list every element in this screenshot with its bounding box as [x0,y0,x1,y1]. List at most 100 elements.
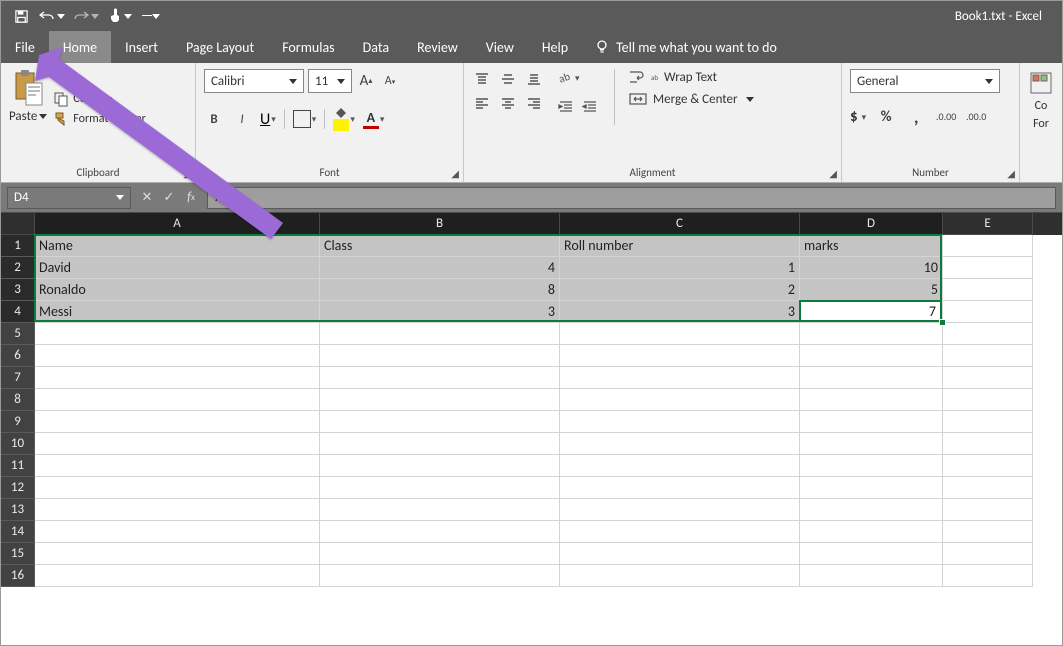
cell-E12[interactable] [943,477,1033,499]
cell-A4[interactable]: Messi [35,301,320,323]
tab-view[interactable]: View [472,31,528,63]
touch-mode-button[interactable] [105,4,135,28]
top-align-button[interactable] [472,69,492,89]
cell-C9[interactable] [560,411,800,433]
cell-E7[interactable] [943,367,1033,389]
cell-D10[interactable] [800,433,943,455]
cell-B4[interactable]: 3 [320,301,560,323]
cell-A12[interactable] [35,477,320,499]
cell-E16[interactable] [943,565,1033,587]
cell-D11[interactable] [800,455,943,477]
alignment-launcher[interactable]: ◢ [829,167,837,180]
underline-button[interactable]: U▾ [260,110,276,129]
tab-file[interactable]: File [1,31,49,63]
row-header-15[interactable]: 15 [1,543,35,565]
column-header-D[interactable]: D [800,213,943,235]
cell-C2[interactable]: 1 [560,257,800,279]
cell-E13[interactable] [943,499,1033,521]
right-align-button[interactable] [524,93,544,113]
tell-me-search[interactable]: Tell me what you want to do [582,31,777,63]
increase-decimal-button[interactable]: .0.00 [936,107,956,127]
orientation-button[interactable]: ab▾ [556,69,600,87]
cell-E5[interactable] [943,323,1033,345]
cell-E11[interactable] [943,455,1033,477]
borders-button[interactable]: ▾ [293,110,317,128]
cell-E10[interactable] [943,433,1033,455]
tab-home[interactable]: Home [49,31,111,63]
undo-button[interactable] [37,4,67,28]
cell-B2[interactable]: 4 [320,257,560,279]
qat-customize-button[interactable] [139,4,163,28]
bold-button[interactable]: B [204,109,224,129]
row-header-13[interactable]: 13 [1,499,35,521]
increase-indent-button[interactable] [580,97,600,117]
cell-E2[interactable] [943,257,1033,279]
cell-A9[interactable] [35,411,320,433]
merge-center-button[interactable]: Merge & Center [629,91,754,107]
cell-E1[interactable] [943,235,1033,257]
number-format-select[interactable]: General [850,69,1000,93]
row-header-11[interactable]: 11 [1,455,35,477]
tab-review[interactable]: Review [403,31,472,63]
middle-align-button[interactable] [498,69,518,89]
cell-E9[interactable] [943,411,1033,433]
cell-C15[interactable] [560,543,800,565]
cell-A6[interactable] [35,345,320,367]
copy-button[interactable]: Copy [53,91,146,107]
cell-C7[interactable] [560,367,800,389]
cell-B3[interactable]: 8 [320,279,560,301]
cell-C1[interactable]: Roll number [560,235,800,257]
cell-E6[interactable] [943,345,1033,367]
tab-formulas[interactable]: Formulas [268,31,348,63]
fill-color-button[interactable]: ▾ [333,107,355,131]
font-launcher[interactable]: ◢ [451,167,459,180]
decrease-decimal-button[interactable]: .00.0 [966,107,986,127]
cell-B7[interactable] [320,367,560,389]
comma-button[interactable]: , [906,107,926,127]
row-header-8[interactable]: 8 [1,389,35,411]
cell-B6[interactable] [320,345,560,367]
cell-A11[interactable] [35,455,320,477]
cell-C11[interactable] [560,455,800,477]
insert-function-button[interactable]: fx [181,188,201,208]
cell-D1[interactable]: marks [800,235,943,257]
cancel-formula-button[interactable]: ✕ [137,188,157,208]
cell-A1[interactable]: Name [35,235,320,257]
cell-E15[interactable] [943,543,1033,565]
cell-A14[interactable] [35,521,320,543]
row-header-6[interactable]: 6 [1,345,35,367]
font-color-button[interactable]: A▾ [363,109,385,129]
redo-button[interactable] [71,4,101,28]
cell-E3[interactable] [943,279,1033,301]
cell-B15[interactable] [320,543,560,565]
cell-D6[interactable] [800,345,943,367]
cell-A2[interactable]: David [35,257,320,279]
row-header-1[interactable]: 1 [1,235,35,257]
left-align-button[interactable] [472,93,492,113]
tab-page-layout[interactable]: Page Layout [172,31,268,63]
format-painter-button[interactable]: Format Painter [53,111,146,127]
formula-bar[interactable]: 7 [207,187,1056,209]
cell-D5[interactable] [800,323,943,345]
cell-C3[interactable]: 2 [560,279,800,301]
cell-E14[interactable] [943,521,1033,543]
tab-data[interactable]: Data [349,31,403,63]
cell-A16[interactable] [35,565,320,587]
cell-B9[interactable] [320,411,560,433]
number-launcher[interactable]: ◢ [1007,167,1015,180]
cell-A7[interactable] [35,367,320,389]
column-header-A[interactable]: A [35,213,320,235]
row-header-7[interactable]: 7 [1,367,35,389]
select-all-corner[interactable] [1,213,35,235]
tab-help[interactable]: Help [528,31,582,63]
name-box[interactable]: D4 [7,187,131,209]
grow-font-button[interactable]: A▴ [356,71,376,91]
row-header-10[interactable]: 10 [1,433,35,455]
cell-B16[interactable] [320,565,560,587]
enter-formula-button[interactable]: ✓ [159,188,179,208]
cell-A8[interactable] [35,389,320,411]
row-header-4[interactable]: 4 [1,301,35,323]
cell-A15[interactable] [35,543,320,565]
row-header-12[interactable]: 12 [1,477,35,499]
cell-C16[interactable] [560,565,800,587]
